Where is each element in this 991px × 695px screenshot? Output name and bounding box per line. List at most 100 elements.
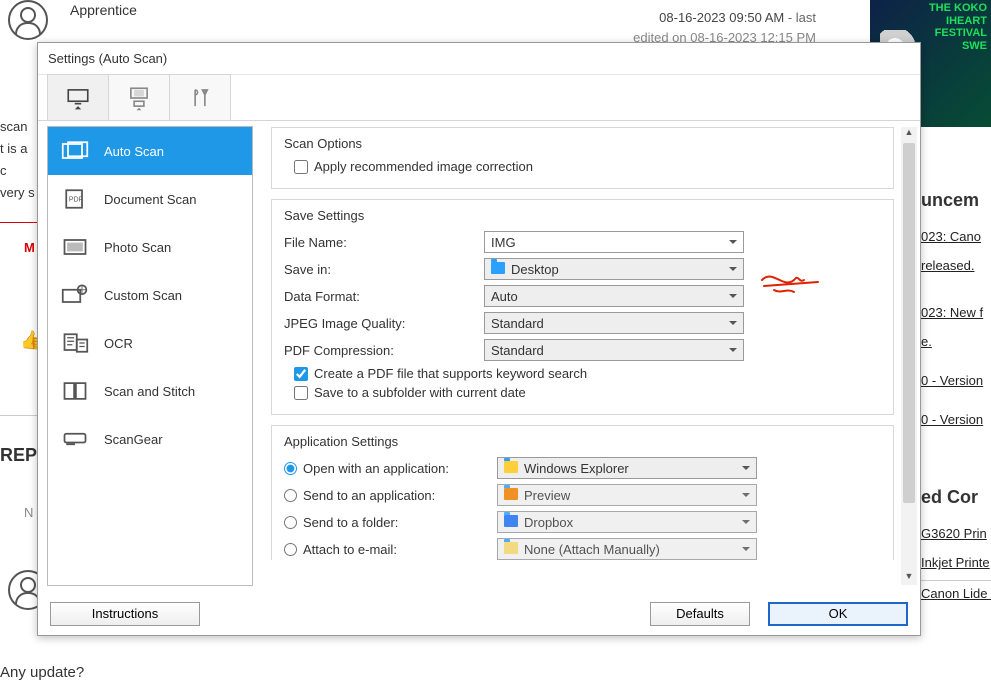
tab-tools[interactable]: [169, 74, 231, 120]
scroll-thumb[interactable]: [903, 143, 915, 503]
sidebar-item-label: Photo Scan: [104, 240, 171, 255]
save-in-select[interactable]: Desktop: [484, 258, 744, 280]
sidebar-item-scan-and-stitch[interactable]: Scan and Stitch: [48, 367, 252, 415]
scrollbar[interactable]: ▲ ▼: [901, 127, 917, 585]
side-link[interactable]: e.: [921, 334, 991, 349]
stitch-icon: [60, 379, 90, 403]
n-label: N: [24, 505, 33, 520]
reply-text: Any update?: [0, 664, 84, 681]
side-link[interactable]: released.: [921, 258, 991, 273]
side-link[interactable]: Canon Lide 400 sca: [921, 586, 991, 601]
sidebar-item-label: Custom Scan: [104, 288, 182, 303]
separator: [0, 415, 40, 416]
post-date-value: 08-16-2023 09:50 AM: [659, 10, 784, 25]
side-link[interactable]: Inkjet Printe: [921, 555, 991, 570]
side-link[interactable]: 0 - Version: [921, 373, 991, 388]
save-settings-legend: Save Settings: [284, 208, 881, 223]
dropbox-icon: [504, 515, 518, 529]
attach-email-label: Attach to e-mail:: [303, 542, 497, 557]
folder-icon: [504, 542, 518, 556]
tools-icon: [187, 85, 213, 111]
defaults-button[interactable]: Defaults: [650, 602, 750, 626]
send-to-folder-select[interactable]: Dropbox: [497, 511, 757, 533]
sidebar-item-scangear[interactable]: ScanGear: [48, 415, 252, 463]
user-rank: Apprentice: [70, 2, 137, 18]
attach-email-select[interactable]: None (Attach Manually): [497, 538, 757, 560]
sidebar: Auto Scan PDF Document Scan Photo Scan C…: [47, 126, 253, 586]
instructions-button[interactable]: Instructions: [50, 602, 200, 626]
promo-text: THE KOKO IHEART FESTIVAL SWE: [929, 2, 987, 53]
sidebar-item-photo-scan[interactable]: Photo Scan: [48, 223, 252, 271]
avatar-icon: [8, 0, 48, 40]
side-panel: uncem 023: Cano released. 023: New f e. …: [921, 190, 991, 615]
jpeg-quality-label: JPEG Image Quality:: [284, 316, 484, 331]
document-scan-icon: PDF: [60, 187, 90, 211]
send-to-app-select[interactable]: Preview: [497, 484, 757, 506]
scroll-down-icon[interactable]: ▼: [901, 571, 917, 585]
sidebar-item-document-scan[interactable]: PDF Document Scan: [48, 175, 252, 223]
left-truncated-text: scan t is a c very s: [0, 116, 36, 204]
data-format-label: Data Format:: [284, 289, 484, 304]
desktop-icon: [491, 262, 505, 276]
file-name-label: File Name:: [284, 235, 484, 250]
photo-scan-icon: [60, 235, 90, 259]
data-format-select[interactable]: Auto: [484, 285, 744, 307]
file-name-combo[interactable]: IMG: [484, 231, 744, 253]
ok-button[interactable]: OK: [768, 602, 908, 626]
sidebar-item-auto-scan[interactable]: Auto Scan: [48, 127, 252, 175]
pdf-keyword-checkbox[interactable]: [294, 367, 308, 381]
apply-correction-checkbox-row[interactable]: Apply recommended image correction: [294, 159, 881, 174]
application-settings-legend: Application Settings: [284, 434, 881, 449]
scroll-up-icon[interactable]: ▲: [901, 127, 917, 141]
content-area: Scan Options Apply recommended image cor…: [253, 121, 920, 591]
side-link[interactable]: 0 - Version: [921, 412, 991, 427]
sidebar-item-ocr[interactable]: OCR: [48, 319, 252, 367]
subfolder-checkbox[interactable]: [294, 386, 308, 400]
send-to-folder-label: Send to a folder:: [303, 515, 497, 530]
red-separator: [0, 222, 40, 223]
pdf-keyword-checkbox-row[interactable]: Create a PDF file that supports keyword …: [294, 366, 881, 381]
pdf-compression-label: PDF Compression:: [284, 343, 484, 358]
subfolder-checkbox-row[interactable]: Save to a subfolder with current date: [294, 385, 881, 400]
top-tab-strip: [38, 75, 920, 121]
apply-correction-checkbox[interactable]: [294, 160, 308, 174]
pdf-keyword-label: Create a PDF file that supports keyword …: [314, 366, 587, 381]
sidebar-item-label: Scan and Stitch: [104, 384, 195, 399]
ocr-icon: [60, 331, 90, 355]
open-with-app-radio[interactable]: [284, 462, 297, 475]
tab-scan-from-computer[interactable]: [47, 74, 109, 120]
side-heading: uncem: [921, 190, 991, 211]
attach-email-radio[interactable]: [284, 543, 297, 556]
custom-scan-icon: [60, 283, 90, 307]
post-date: 08-16-2023 09:50 AM - last: [659, 10, 816, 25]
scan-options-group: Scan Options Apply recommended image cor…: [271, 127, 894, 189]
open-with-app-select[interactable]: Windows Explorer: [497, 457, 757, 479]
settings-dialog: Settings (Auto Scan) Auto Scan PDF Docum…: [37, 42, 921, 636]
open-with-app-label: Open with an application:: [303, 461, 497, 476]
replies-heading: REPI: [0, 445, 42, 466]
sidebar-item-label: OCR: [104, 336, 133, 351]
scangear-icon: [60, 427, 90, 451]
jpeg-quality-select[interactable]: Standard: [484, 312, 744, 334]
side-link[interactable]: 023: New f: [921, 305, 991, 320]
send-to-folder-radio[interactable]: [284, 516, 297, 529]
apply-correction-label: Apply recommended image correction: [314, 159, 533, 174]
side-link[interactable]: G3620 Prin: [921, 526, 991, 541]
red-tab[interactable]: M: [24, 240, 35, 255]
subfolder-label: Save to a subfolder with current date: [314, 385, 526, 400]
preview-icon: [504, 488, 518, 502]
computer-scan-icon: [65, 85, 91, 111]
sidebar-item-custom-scan[interactable]: Custom Scan: [48, 271, 252, 319]
svg-text:PDF: PDF: [69, 197, 83, 204]
scan-options-legend: Scan Options: [284, 136, 881, 151]
pdf-compression-select[interactable]: Standard: [484, 339, 744, 361]
sidebar-item-label: ScanGear: [104, 432, 163, 447]
side-heading: ed Cor: [921, 487, 991, 508]
post-date-suffix: - last: [784, 10, 816, 25]
dialog-title: Settings (Auto Scan): [38, 43, 920, 75]
sidebar-item-label: Document Scan: [104, 192, 197, 207]
side-link[interactable]: 023: Cano: [921, 229, 991, 244]
tab-scan-from-device[interactable]: [108, 74, 170, 120]
save-in-label: Save in:: [284, 262, 484, 277]
send-to-app-radio[interactable]: [284, 489, 297, 502]
